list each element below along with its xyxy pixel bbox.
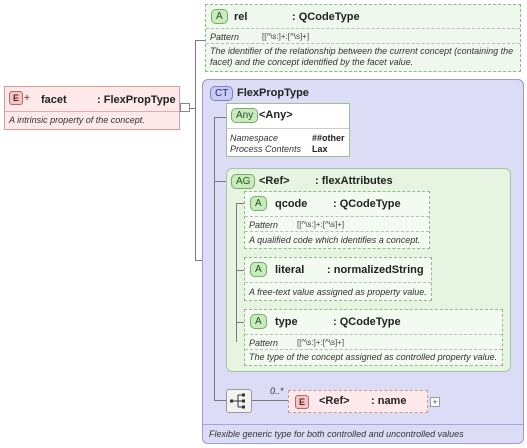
ct-to-ag: [214, 181, 226, 182]
name-ref-ref: <Ref>: [319, 395, 350, 407]
ct-to-sequence: [214, 400, 226, 401]
rel-type: : QCodeType: [292, 11, 360, 23]
name-ref-element-box[interactable]: E <Ref> : name: [288, 390, 428, 413]
qcode-pattern-label: Pattern: [249, 220, 279, 230]
type-pattern-label: Pattern: [249, 338, 279, 348]
rel-attribute-box[interactable]: A rel : QCodeType Pattern [[^\s:]+:[^\s]…: [205, 4, 521, 72]
type-badge: A: [250, 314, 267, 329]
attribute-group-badge: AG: [231, 174, 256, 189]
name-ref-badge: E: [295, 395, 310, 409]
type-doc: The type of the concept assigned as cont…: [249, 352, 498, 362]
any-namespace-label: Namespace: [230, 133, 279, 143]
ag-to-literal: [236, 270, 244, 271]
name-ref-expand-button[interactable]: +: [430, 397, 440, 407]
literal-name: literal: [275, 264, 305, 276]
facet-name: facet: [41, 94, 67, 106]
complex-type-badge: CT: [210, 86, 234, 101]
any-badge: Any: [231, 108, 259, 123]
qcode-doc: A qualified code which identifies a conc…: [249, 235, 421, 245]
attribute-badge: A: [211, 9, 228, 24]
attribute-group-ref: <Ref>: [259, 175, 290, 187]
literal-badge: A: [250, 262, 267, 277]
ag-to-type: [236, 322, 244, 323]
sequence-cardinality: 0..*: [270, 386, 284, 396]
any-process-label: Process Contents: [230, 144, 302, 154]
type-attribute-box[interactable]: A type : QCodeType Pattern [[^\s:]+:[^\s…: [244, 309, 503, 366]
literal-doc: A free-text value assigned as property v…: [249, 287, 427, 297]
qcode-name: qcode: [275, 198, 308, 210]
any-process-value: Lax: [312, 144, 328, 154]
facet-connector-node: [180, 103, 190, 112]
qcode-badge: A: [250, 196, 267, 211]
type-pattern-value: [[^\s:]+:[^\s]+]: [297, 338, 345, 347]
type-type: : QCodeType: [333, 316, 401, 328]
qcode-pattern-value: [[^\s:]+:[^\s]+]: [297, 220, 345, 229]
any-attribute-box[interactable]: Any <Any> Namespace ##other Process Cont…: [226, 103, 350, 157]
complex-type-doc: Flexible generic type for both controlle…: [209, 429, 464, 439]
connector-to-rel: [195, 40, 205, 41]
ct-inner-vertical: [214, 117, 215, 401]
facet-doc: A intrinsic property of the concept.: [9, 115, 145, 125]
element-badge: E: [9, 91, 24, 105]
facet-element-box[interactable]: E + facet : FlexPropType A intrinsic prop…: [4, 86, 180, 130]
sequence-icon: [230, 393, 245, 409]
any-namespace-value: ##other: [312, 133, 345, 143]
name-ref-type: : name: [371, 395, 407, 407]
element-expand-icon[interactable]: +: [24, 93, 30, 104]
qcode-attribute-box[interactable]: A qcode : QCodeType Pattern [[^\s:]+:[^\…: [244, 191, 430, 249]
rel-pattern-label: Pattern: [210, 32, 240, 42]
qcode-type: : QCodeType: [333, 198, 401, 210]
type-name: type: [275, 316, 298, 328]
ag-to-qcode: [236, 203, 244, 204]
rel-name: rel: [234, 11, 248, 23]
sequence-to-ref: [252, 400, 288, 401]
sequence-compositor[interactable]: [226, 389, 252, 413]
literal-attribute-box[interactable]: A literal : normalizedString A free-text…: [244, 257, 432, 301]
rel-doc: The identifier of the relationship betwe…: [210, 46, 514, 67]
attribute-group-type: : flexAttributes: [315, 175, 393, 187]
rel-pattern-value: [[^\s:]+:[^\s]+]: [262, 32, 310, 41]
facet-type: : FlexPropType: [97, 94, 176, 106]
connector-main-vertical: [195, 40, 196, 260]
ct-to-any: [214, 117, 226, 118]
complex-type-name: FlexPropType: [237, 87, 309, 99]
literal-type: : normalizedString: [327, 264, 424, 276]
any-name: <Any>: [259, 109, 293, 121]
